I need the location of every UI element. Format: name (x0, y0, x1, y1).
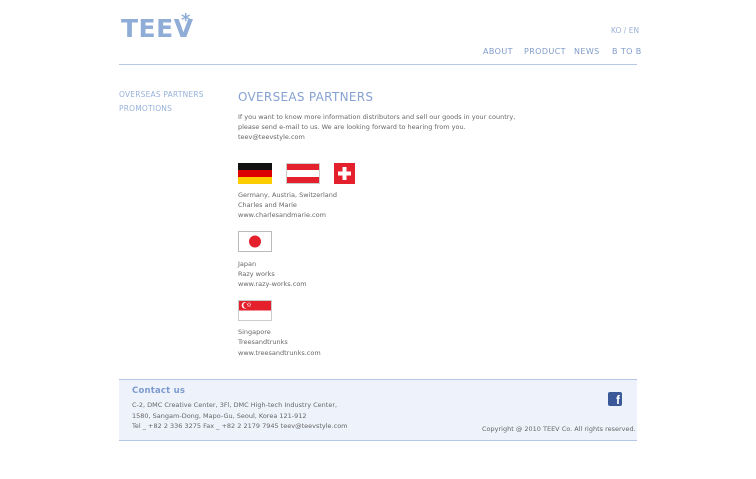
language-switch[interactable]: KO / EN (611, 26, 639, 35)
japan-flag-icon (238, 231, 272, 252)
facebook-icon[interactable]: f (608, 392, 622, 407)
contact-title: Contact us (132, 386, 186, 396)
nav-b-to-b[interactable]: B TO B (612, 47, 642, 56)
partner-url-link[interactable]: www.charlesandmarie.com (238, 211, 326, 219)
switzerland-flag-icon (334, 163, 355, 184)
partner-country: Japan (238, 260, 257, 268)
intro-text-line-2: please send e-mail to us. We are looking… (238, 123, 466, 131)
page-title: OVERSEAS PARTNERS (238, 90, 374, 104)
austria-flag-icon (286, 163, 320, 184)
germany-flag-icon (238, 163, 272, 184)
copyright-text: Copyright @ 2010 TEEV Co. All rights res… (482, 425, 636, 433)
sidebar-item-overseas-partners[interactable]: OVERSEAS PARTNERS (119, 90, 204, 99)
nav-news[interactable]: NEWS (574, 47, 600, 56)
header-divider (119, 64, 637, 65)
partner-country: Germany, Austria, Switzerland (238, 191, 338, 199)
partner-name: Treesandtrunks (238, 338, 288, 346)
intro-text-line-1: If you want to know more information dis… (238, 113, 516, 121)
partner-name: Razy works (238, 270, 275, 278)
partner-url-link[interactable]: www.razy-works.com (238, 280, 307, 288)
nav-product[interactable]: PRODUCT (524, 47, 566, 56)
partner-country: Singapore (238, 328, 271, 336)
footer-contact-line: Tel _ +82 2 336 3275 Fax _ +82 2 2179 79… (132, 422, 348, 430)
singapore-flag-icon (238, 300, 272, 321)
partner-url-link[interactable]: www.treesandtrunks.com (238, 349, 321, 357)
nav-about[interactable]: ABOUT (483, 47, 513, 56)
sidebar-item-promotions[interactable]: PROMOTIONS (119, 104, 172, 113)
intro-email-link[interactable]: teev@teevstyle.com (238, 132, 305, 142)
logo-asterisk-icon: * (181, 10, 191, 31)
footer-address-line: C-2, DMC Creative Center, 3Fl, DMC High-… (132, 401, 338, 409)
footer-address-line: 1580, Sangam-Dong, Mapo-Gu, Seoul, Korea… (132, 412, 307, 420)
partner-name: Charles and Marie (238, 201, 297, 209)
